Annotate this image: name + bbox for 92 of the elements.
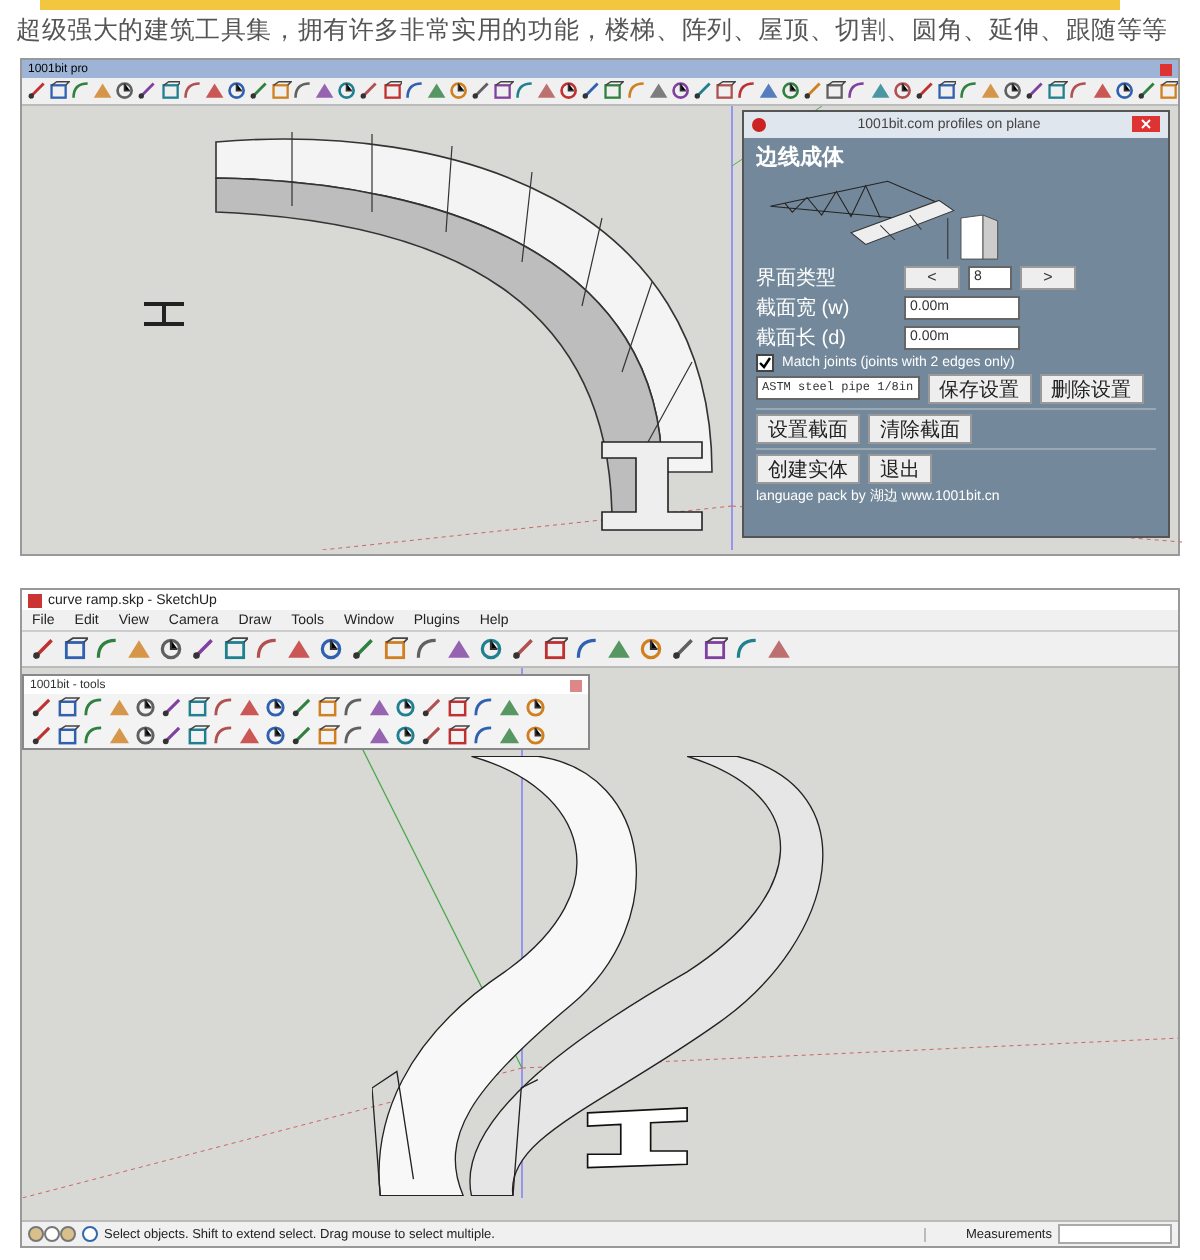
tool-icon[interactable] bbox=[1024, 80, 1046, 102]
app-icon bbox=[752, 117, 766, 132]
tool-icon[interactable] bbox=[420, 696, 443, 719]
profile-type-label: 界面类型 bbox=[756, 265, 838, 292]
dialog-button[interactable]: 创建实体 bbox=[756, 453, 860, 484]
dialog-heading: 边线成体 bbox=[756, 143, 846, 172]
tool-icon[interactable] bbox=[186, 696, 209, 719]
tool-icon[interactable] bbox=[691, 80, 713, 102]
tool-icon[interactable] bbox=[1113, 80, 1135, 102]
dialog-button[interactable]: 退出 bbox=[868, 453, 932, 484]
tool-icon[interactable] bbox=[580, 80, 602, 102]
length-label: 截面长 (d) bbox=[756, 325, 848, 352]
tool-icon[interactable] bbox=[26, 80, 48, 102]
close-icon[interactable] bbox=[570, 679, 582, 691]
tool-icon[interactable] bbox=[134, 723, 157, 746]
tool-icon[interactable] bbox=[713, 80, 735, 102]
tool-icon[interactable] bbox=[316, 696, 339, 719]
help-icon[interactable] bbox=[82, 1226, 98, 1242]
tool-icon[interactable] bbox=[638, 636, 664, 662]
tool-icon[interactable] bbox=[558, 80, 580, 102]
tool-icon[interactable] bbox=[478, 636, 504, 662]
tool-icon[interactable] bbox=[446, 696, 469, 719]
app-icon bbox=[28, 593, 42, 607]
tool-icon[interactable] bbox=[136, 80, 159, 102]
tool-icon[interactable] bbox=[1135, 80, 1157, 102]
previous-button[interactable]: < bbox=[904, 265, 960, 290]
tool-icon[interactable] bbox=[446, 723, 469, 746]
tool-icon[interactable] bbox=[225, 80, 247, 102]
tool-icon[interactable] bbox=[270, 80, 292, 102]
tool-icon[interactable] bbox=[469, 80, 491, 102]
tool-icon[interactable] bbox=[30, 636, 56, 662]
tool-icon[interactable] bbox=[316, 723, 339, 746]
tool-icon[interactable] bbox=[524, 723, 547, 746]
next-button[interactable]: > bbox=[1020, 265, 1076, 290]
dialog-button[interactable]: 删除设置 bbox=[1039, 373, 1144, 404]
tool-icon[interactable] bbox=[56, 696, 79, 719]
tool-icon[interactable] bbox=[114, 80, 136, 102]
tool-icon[interactable] bbox=[159, 80, 181, 102]
tool-icon[interactable] bbox=[186, 723, 209, 746]
tool-icon[interactable] bbox=[1157, 80, 1178, 102]
tool-icon[interactable] bbox=[190, 636, 216, 662]
tool-icon[interactable] bbox=[247, 80, 270, 102]
tool-icon[interactable] bbox=[394, 696, 417, 719]
tool-icon[interactable] bbox=[510, 636, 536, 662]
tool-icon[interactable] bbox=[802, 80, 824, 102]
tool-icon[interactable] bbox=[420, 723, 443, 746]
tool-icon[interactable] bbox=[222, 636, 248, 662]
tool-icon[interactable] bbox=[336, 80, 358, 102]
tool-icon[interactable] bbox=[702, 636, 728, 662]
tool-icon[interactable] bbox=[669, 80, 691, 102]
tool-icon[interactable] bbox=[602, 80, 625, 102]
caption-text: 超级强大的建筑工具集，拥有许多非常实用的功能，楼梯、阵列、屋顶、切割、圆角、延伸、跟随等等 bbox=[14, 14, 1171, 48]
tool-icon[interactable] bbox=[381, 80, 403, 102]
tool-icon[interactable] bbox=[824, 80, 846, 102]
tool-icon[interactable] bbox=[1002, 80, 1024, 102]
tool-icon[interactable] bbox=[48, 80, 70, 102]
status-icons-drawing bbox=[28, 1226, 76, 1242]
tool-icon[interactable] bbox=[670, 636, 696, 662]
tool-icon[interactable] bbox=[318, 636, 344, 662]
dialog-button[interactable]: 清除截面 bbox=[868, 413, 972, 444]
tool-icon[interactable] bbox=[264, 723, 287, 746]
width-label: 截面宽 (w) bbox=[756, 295, 852, 322]
tool-icon[interactable] bbox=[524, 696, 547, 719]
tool-icon[interactable] bbox=[542, 636, 568, 662]
tool-icon[interactable] bbox=[382, 636, 408, 662]
dialog-button[interactable]: 保存设置 bbox=[927, 373, 1032, 404]
tool-icon[interactable] bbox=[935, 80, 957, 102]
tool-icon[interactable] bbox=[134, 696, 157, 719]
match-joints-checkbox[interactable] bbox=[756, 353, 774, 372]
tool-icon[interactable] bbox=[290, 723, 313, 746]
tool-icon[interactable] bbox=[350, 636, 376, 662]
tool-icon[interactable] bbox=[30, 723, 53, 746]
tool-icon[interactable] bbox=[358, 80, 380, 102]
tool-icon[interactable] bbox=[394, 723, 417, 746]
tool-icon[interactable] bbox=[491, 80, 514, 102]
tool-icon[interactable] bbox=[62, 636, 88, 662]
tool-icon[interactable] bbox=[780, 80, 802, 102]
tool-icon[interactable] bbox=[264, 696, 287, 719]
close-icon[interactable] bbox=[1132, 116, 1160, 133]
tool-icon[interactable] bbox=[158, 636, 184, 662]
tool-icon[interactable] bbox=[160, 696, 183, 719]
tool-icon[interactable] bbox=[160, 723, 183, 746]
measurements-field[interactable] bbox=[1058, 1224, 1172, 1244]
tool-icon[interactable] bbox=[30, 696, 53, 719]
tool-icon[interactable] bbox=[913, 80, 935, 102]
tool-icon[interactable] bbox=[447, 80, 469, 102]
tool-icon[interactable] bbox=[891, 80, 913, 102]
tool-icon[interactable] bbox=[290, 696, 313, 719]
tool-icon[interactable] bbox=[1046, 80, 1068, 102]
beam-section-icon bbox=[142, 301, 186, 326]
dialog-button[interactable]: 设置截面 bbox=[756, 413, 860, 444]
tool-icon[interactable] bbox=[56, 723, 79, 746]
